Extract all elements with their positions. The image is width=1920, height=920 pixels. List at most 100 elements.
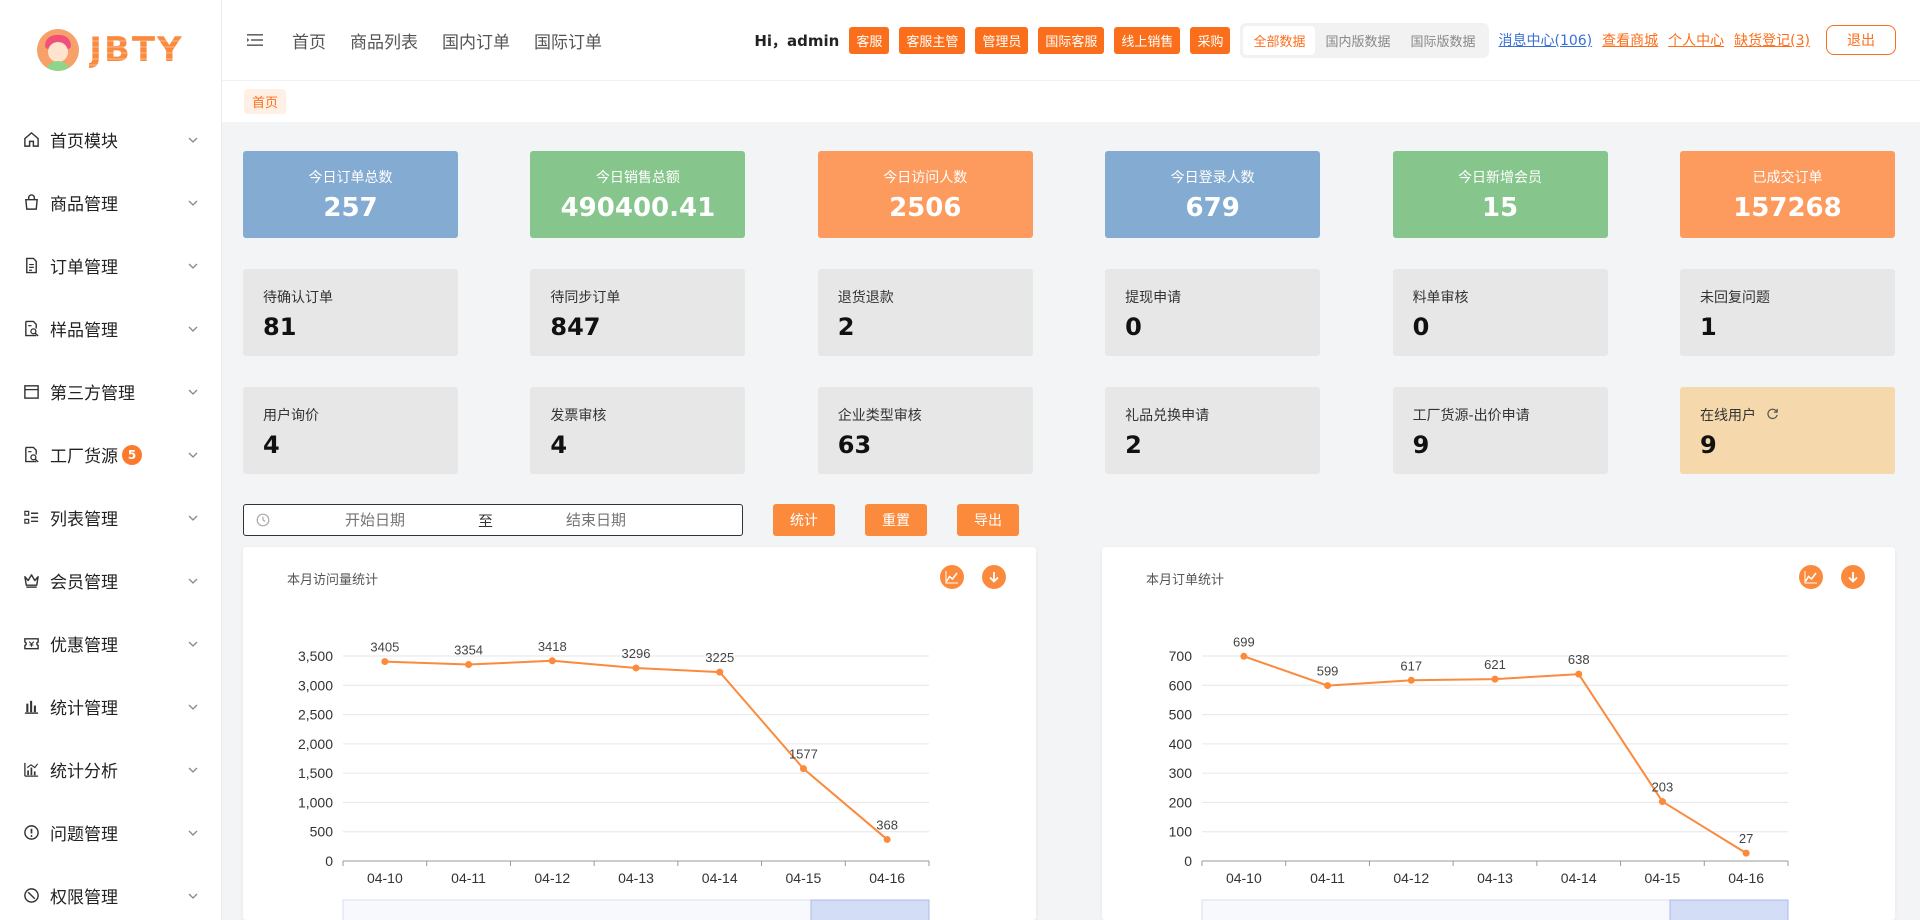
export-button[interactable]: 导出 bbox=[957, 504, 1019, 536]
info-card[interactable]: 待确认订单 81 bbox=[243, 269, 458, 356]
chevron-down-icon[interactable] bbox=[187, 512, 199, 524]
start-date-input[interactable] bbox=[280, 511, 470, 529]
info-card[interactable]: 未回复问题 1 bbox=[1679, 269, 1895, 356]
info-card[interactable]: 待同步订单 847 bbox=[530, 269, 746, 356]
y-tick-label: 600 bbox=[1169, 677, 1193, 693]
sidebar: JBTY 首页模块商品管理订单管理 样品管理 第三方管理 工厂货源 5 列表管理会员管理优… bbox=[0, 0, 222, 920]
tab-international-data[interactable]: 国际版数据 bbox=[1400, 26, 1485, 55]
stat-value: 15 bbox=[1481, 192, 1519, 223]
info-card[interactable]: 退货退款 2 bbox=[817, 269, 1033, 356]
y-tick-label: 200 bbox=[1169, 794, 1193, 810]
sidebar-item-6[interactable]: 列表管理 bbox=[0, 486, 221, 549]
nav-home[interactable]: 首页 bbox=[292, 28, 326, 53]
chevron-down-icon[interactable] bbox=[187, 449, 199, 461]
logout-button[interactable]: 退出 bbox=[1826, 25, 1896, 55]
info-label: 未回复问题 bbox=[1699, 290, 1770, 306]
reset-button[interactable]: 重置 bbox=[865, 504, 927, 536]
chevron-down-icon[interactable] bbox=[187, 890, 199, 902]
end-date-input[interactable] bbox=[501, 511, 692, 529]
stat-label: 今日销售总额 bbox=[595, 169, 680, 186]
sidebar-item-label: 首页模块 bbox=[50, 132, 118, 152]
role-tag-admin[interactable]: 管理员 bbox=[975, 26, 1029, 54]
view-mall-link[interactable]: 查看商城 bbox=[1602, 30, 1658, 50]
tab-all-data[interactable]: 全部数据 bbox=[1243, 25, 1316, 55]
refresh-icon[interactable] bbox=[1766, 407, 1779, 424]
info-card[interactable]: 用户询价 4 bbox=[243, 387, 458, 474]
data-point bbox=[1742, 849, 1750, 857]
role-tag-purchasing[interactable]: 采购 bbox=[1190, 26, 1231, 54]
chevron-down-icon[interactable] bbox=[187, 323, 199, 335]
sidebar-item-3[interactable]: 样品管理 bbox=[0, 297, 221, 360]
role-tag-intl-cs[interactable]: 国际客服 bbox=[1038, 26, 1105, 54]
info-card[interactable]: 工厂货源-出价申请 9 bbox=[1392, 387, 1608, 474]
data-point bbox=[799, 765, 807, 773]
download-icon[interactable] bbox=[982, 565, 1006, 589]
chevron-down-icon[interactable] bbox=[187, 575, 199, 587]
sidebar-item-10[interactable]: 统计分析 bbox=[0, 738, 221, 801]
chevron-down-icon[interactable] bbox=[187, 764, 199, 776]
chevron-down-icon[interactable] bbox=[187, 197, 199, 209]
breadcrumb-home[interactable]: 首页 bbox=[244, 89, 287, 114]
sidebar-item-9[interactable]: 统计管理 bbox=[0, 675, 221, 738]
alert-circle-icon bbox=[22, 824, 40, 842]
sidebar-item-0[interactable]: 首页模块 bbox=[0, 108, 221, 171]
sidebar-item-8[interactable]: 优惠管理 bbox=[0, 612, 221, 675]
profile-link[interactable]: 个人中心 bbox=[1668, 30, 1724, 50]
date-range-picker[interactable]: 至 bbox=[243, 504, 743, 536]
chevron-down-icon[interactable] bbox=[187, 827, 199, 839]
info-value: 4 bbox=[263, 431, 280, 459]
stat-card-primary[interactable]: 今日订单总数 257 bbox=[243, 151, 458, 238]
chevron-down-icon[interactable] bbox=[187, 638, 199, 650]
download-icon[interactable] bbox=[1841, 565, 1865, 589]
statistics-button[interactable]: 统计 bbox=[773, 504, 835, 536]
chevron-down-icon[interactable] bbox=[187, 134, 199, 146]
menu-toggle-icon[interactable] bbox=[246, 31, 264, 49]
stat-card-primary[interactable]: 已成交订单 157268 bbox=[1679, 151, 1895, 238]
chevron-down-icon[interactable] bbox=[187, 260, 199, 272]
info-card[interactable]: 在线用户 9 bbox=[1679, 387, 1895, 474]
info-card[interactable]: 礼品兑换申请 2 bbox=[1105, 387, 1321, 474]
data-point bbox=[1658, 798, 1666, 806]
stat-card-primary[interactable]: 今日新增会员 15 bbox=[1392, 151, 1608, 238]
data-label: 699 bbox=[1233, 634, 1255, 649]
role-tag-customer-service[interactable]: 客服 bbox=[849, 26, 890, 54]
sidebar-item-label: 统计管理 bbox=[50, 699, 118, 719]
info-card[interactable]: 料单审核 0 bbox=[1392, 269, 1608, 356]
info-card[interactable]: 发票审核 4 bbox=[530, 387, 746, 474]
stat-card-primary[interactable]: 今日销售总额 490400.41 bbox=[530, 151, 746, 238]
chevron-down-icon[interactable] bbox=[187, 701, 199, 713]
data-point bbox=[465, 661, 473, 669]
nav-products[interactable]: 商品列表 bbox=[350, 28, 418, 53]
role-tag-cs-supervisor[interactable]: 客服主管 bbox=[899, 26, 966, 54]
sidebar-item-7[interactable]: 会员管理 bbox=[0, 549, 221, 612]
sidebar-item-label: 列表管理 bbox=[50, 510, 118, 530]
info-card[interactable]: 企业类型审核 63 bbox=[817, 387, 1033, 474]
stat-card-primary[interactable]: 今日登录人数 679 bbox=[1105, 151, 1321, 238]
shortage-register-link[interactable]: 缺货登记(3) bbox=[1734, 30, 1810, 50]
chevron-down-icon[interactable] bbox=[187, 386, 199, 398]
sidebar-item-5[interactable]: 工厂货源 5 bbox=[0, 423, 221, 486]
info-card[interactable]: 提现申请 0 bbox=[1105, 269, 1321, 356]
data-label: 617 bbox=[1400, 658, 1422, 673]
sidebar-item-12[interactable]: 权限管理 bbox=[0, 864, 221, 920]
sidebar-item-4[interactable]: 第三方管理 bbox=[0, 360, 221, 423]
sidebar-item-11[interactable]: 问题管理 bbox=[0, 801, 221, 864]
nav-domestic-orders[interactable]: 国内订单 bbox=[442, 28, 510, 53]
brand-logo[interactable]: JBTY bbox=[0, 0, 221, 100]
role-tag-online-sales[interactable]: 线上销售 bbox=[1114, 26, 1181, 54]
stat-card-primary[interactable]: 今日访问人数 2506 bbox=[817, 151, 1033, 238]
y-tick-label: 3,500 bbox=[298, 648, 333, 664]
date-filter: 至 统计 重置 导出 bbox=[243, 504, 1019, 536]
sidebar-item-2[interactable]: 订单管理 bbox=[0, 234, 221, 297]
sidebar-item-1[interactable]: 商品管理 bbox=[0, 171, 221, 234]
line-chart-toggle-icon[interactable] bbox=[1799, 565, 1823, 589]
ticket-icon bbox=[22, 635, 40, 653]
message-center-link[interactable]: 消息中心(106) bbox=[1499, 30, 1593, 50]
line-chart-toggle-icon[interactable] bbox=[940, 565, 964, 589]
nav-international-orders[interactable]: 国际订单 bbox=[534, 28, 602, 53]
y-tick-label: 3,000 bbox=[298, 677, 333, 693]
sidebar-item-label: 商品管理 bbox=[50, 195, 118, 215]
tab-domestic-data[interactable]: 国内版数据 bbox=[1315, 26, 1400, 55]
data-point bbox=[1240, 652, 1248, 660]
info-value: 81 bbox=[263, 313, 297, 341]
